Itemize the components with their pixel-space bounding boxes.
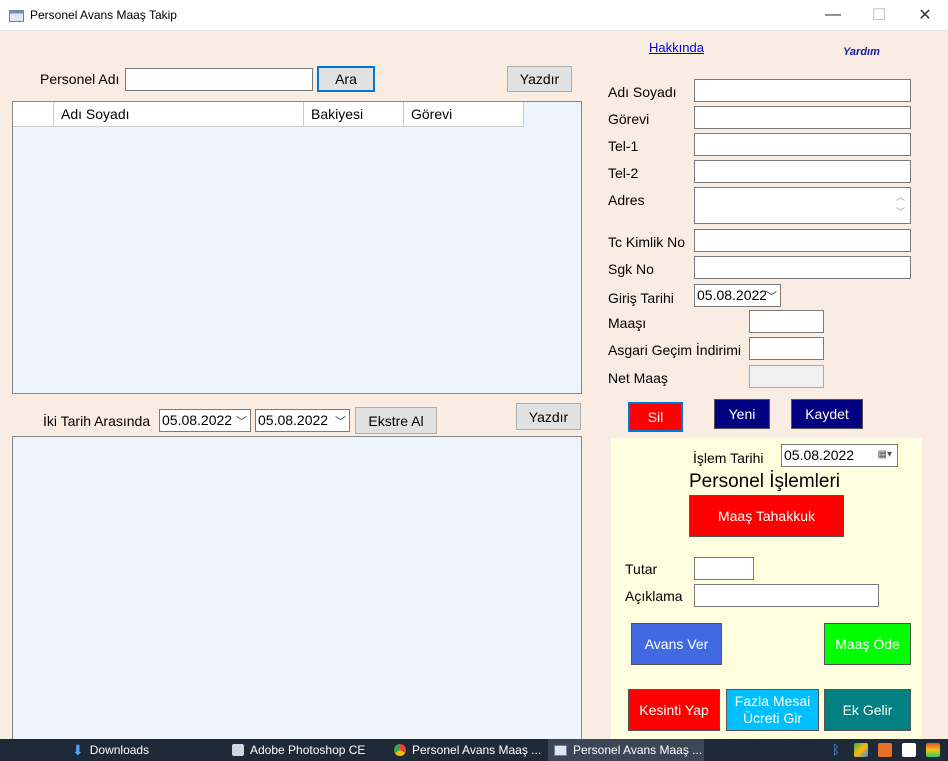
operations-panel: İşlem Tarihi 05.08.2022 ▦▾ Personel İşle… [611, 438, 922, 743]
calendar-icon: ▦▾ [877, 449, 892, 460]
save-button[interactable]: Kaydet [791, 399, 863, 429]
personel-name-input[interactable] [125, 68, 313, 91]
tel1-input[interactable] [694, 133, 911, 156]
scroll-down-icon[interactable]: ﹀ [894, 205, 907, 220]
date-from-picker[interactable]: 05.08.2022 ﹀ [159, 409, 251, 432]
allowance-input[interactable] [749, 337, 824, 360]
operation-date-picker[interactable]: 05.08.2022 ▦▾ [781, 444, 898, 467]
taskbar-item-photoshop[interactable]: Adobe Photoshop CE [232, 739, 365, 761]
bluetooth-icon[interactable]: ᛒ [832, 742, 846, 757]
close-button[interactable]: ✕ [902, 0, 948, 30]
print-button-bottom[interactable]: Yazdır [516, 403, 581, 430]
personel-name-label: Personel Adı [40, 71, 120, 87]
chevron-down-icon: ﹀ [236, 416, 247, 428]
tel1-label: Tel-1 [608, 138, 639, 154]
maximize-button[interactable]: ☐ [856, 0, 902, 30]
description-input[interactable] [694, 584, 879, 607]
scrollbar[interactable]: ︿ ﹀ [894, 190, 907, 221]
entry-date-picker[interactable]: 05.08.2022 ﹀ [694, 284, 781, 307]
pay-salary-button[interactable]: Maaş Öde [824, 623, 911, 665]
taskbar-item-app[interactable]: Personel Avans Maaş ... [548, 739, 704, 761]
net-salary-output [749, 365, 824, 388]
taskbar: ⬇ Downloads Adobe Photoshop CE Personel A… [0, 739, 948, 761]
deduction-button[interactable]: Kesinti Yap [628, 689, 720, 731]
salary-label: Maaşı [608, 315, 647, 331]
minimize-button[interactable]: — [810, 0, 856, 30]
window-title: Personel Avans Maaş Takip [30, 8, 177, 22]
entry-date-label: Giriş Tarihi [608, 290, 674, 306]
address-label: Adres [608, 192, 645, 208]
address-textarea[interactable]: ︿ ﹀ [694, 187, 911, 224]
date-to-picker[interactable]: 05.08.2022 ﹀ [255, 409, 350, 432]
salary-input[interactable] [749, 310, 824, 333]
net-salary-label: Net Maaş [608, 370, 668, 386]
taskbar-item-downloads[interactable]: ⬇ Downloads [72, 739, 149, 761]
extra-income-button[interactable]: Ek Gelir [824, 689, 911, 731]
title-bar: Personel Avans Maaş Takip — ☐ ✕ [0, 0, 948, 31]
chrome-icon [394, 744, 406, 756]
tel2-label: Tel-2 [608, 165, 639, 181]
operation-date-value: 05.08.2022 [784, 447, 855, 463]
date-from-value: 05.08.2022 [162, 412, 233, 428]
role-label: Görevi [608, 111, 650, 127]
grid-col-role[interactable]: Görevi [404, 102, 524, 126]
delete-button[interactable]: Sil [628, 402, 683, 432]
role-input[interactable] [694, 106, 911, 129]
tc-input[interactable] [694, 229, 911, 252]
about-link[interactable]: Hakkında [649, 40, 704, 55]
entry-date-value: 05.08.2022 [697, 287, 768, 303]
amount-input[interactable] [694, 557, 754, 580]
allowance-label: Asgari Geçim İndirimi [608, 342, 742, 358]
overtime-button[interactable]: Fazla Mesai Ücreti Gir [726, 689, 819, 731]
personel-grid[interactable]: Adı Soyadı Bakiyesi Görevi [12, 101, 582, 394]
drive-icon[interactable] [854, 743, 868, 757]
chevron-down-icon: ﹀ [335, 416, 346, 428]
operation-date-label: İşlem Tarihi [693, 450, 764, 466]
tc-label: Tc Kimlik No [608, 234, 686, 250]
chevron-down-icon: ﹀ [766, 288, 777, 304]
download-arrow-icon: ⬇ [72, 741, 84, 758]
grid-header: Adı Soyadı Bakiyesi Görevi [13, 102, 524, 127]
sgk-input[interactable] [694, 256, 911, 279]
tray-app-icon[interactable] [926, 743, 940, 757]
photoshop-icon [232, 744, 244, 756]
search-button[interactable]: Ara [317, 66, 375, 92]
print-button-top[interactable]: Yazdır [507, 66, 572, 92]
sgk-label: Sgk No [608, 261, 654, 277]
new-button[interactable]: Yeni [714, 399, 770, 429]
extract-button[interactable]: Ekstre Al [355, 407, 437, 434]
name-input[interactable] [694, 79, 911, 102]
grid-col-select[interactable] [13, 102, 54, 126]
app-icon [9, 10, 24, 22]
taskbar-item-chrome[interactable]: Personel Avans Maaş ... [394, 739, 541, 761]
salary-accrual-button[interactable]: Maaş Tahakkuk [689, 495, 844, 537]
app-icon [554, 744, 567, 756]
date-range-label: İki Tarih Arasında [43, 413, 151, 429]
tel2-input[interactable] [694, 160, 911, 183]
date-to-value: 05.08.2022 [258, 412, 329, 428]
advance-button[interactable]: Avans Ver [631, 623, 722, 665]
shield-icon[interactable] [902, 743, 916, 757]
statement-grid[interactable] [12, 436, 582, 746]
name-label: Adı Soyadı [608, 84, 677, 100]
scroll-up-icon[interactable]: ︿ [894, 190, 907, 205]
sync-icon[interactable] [878, 743, 892, 757]
grid-col-name[interactable]: Adı Soyadı [54, 102, 304, 126]
grid-col-balance[interactable]: Bakiyesi [304, 102, 404, 126]
help-link[interactable]: Yardım [843, 46, 880, 58]
amount-label: Tutar [625, 561, 658, 577]
operations-heading: Personel İşlemleri [689, 471, 840, 492]
description-label: Açıklama [625, 588, 683, 604]
